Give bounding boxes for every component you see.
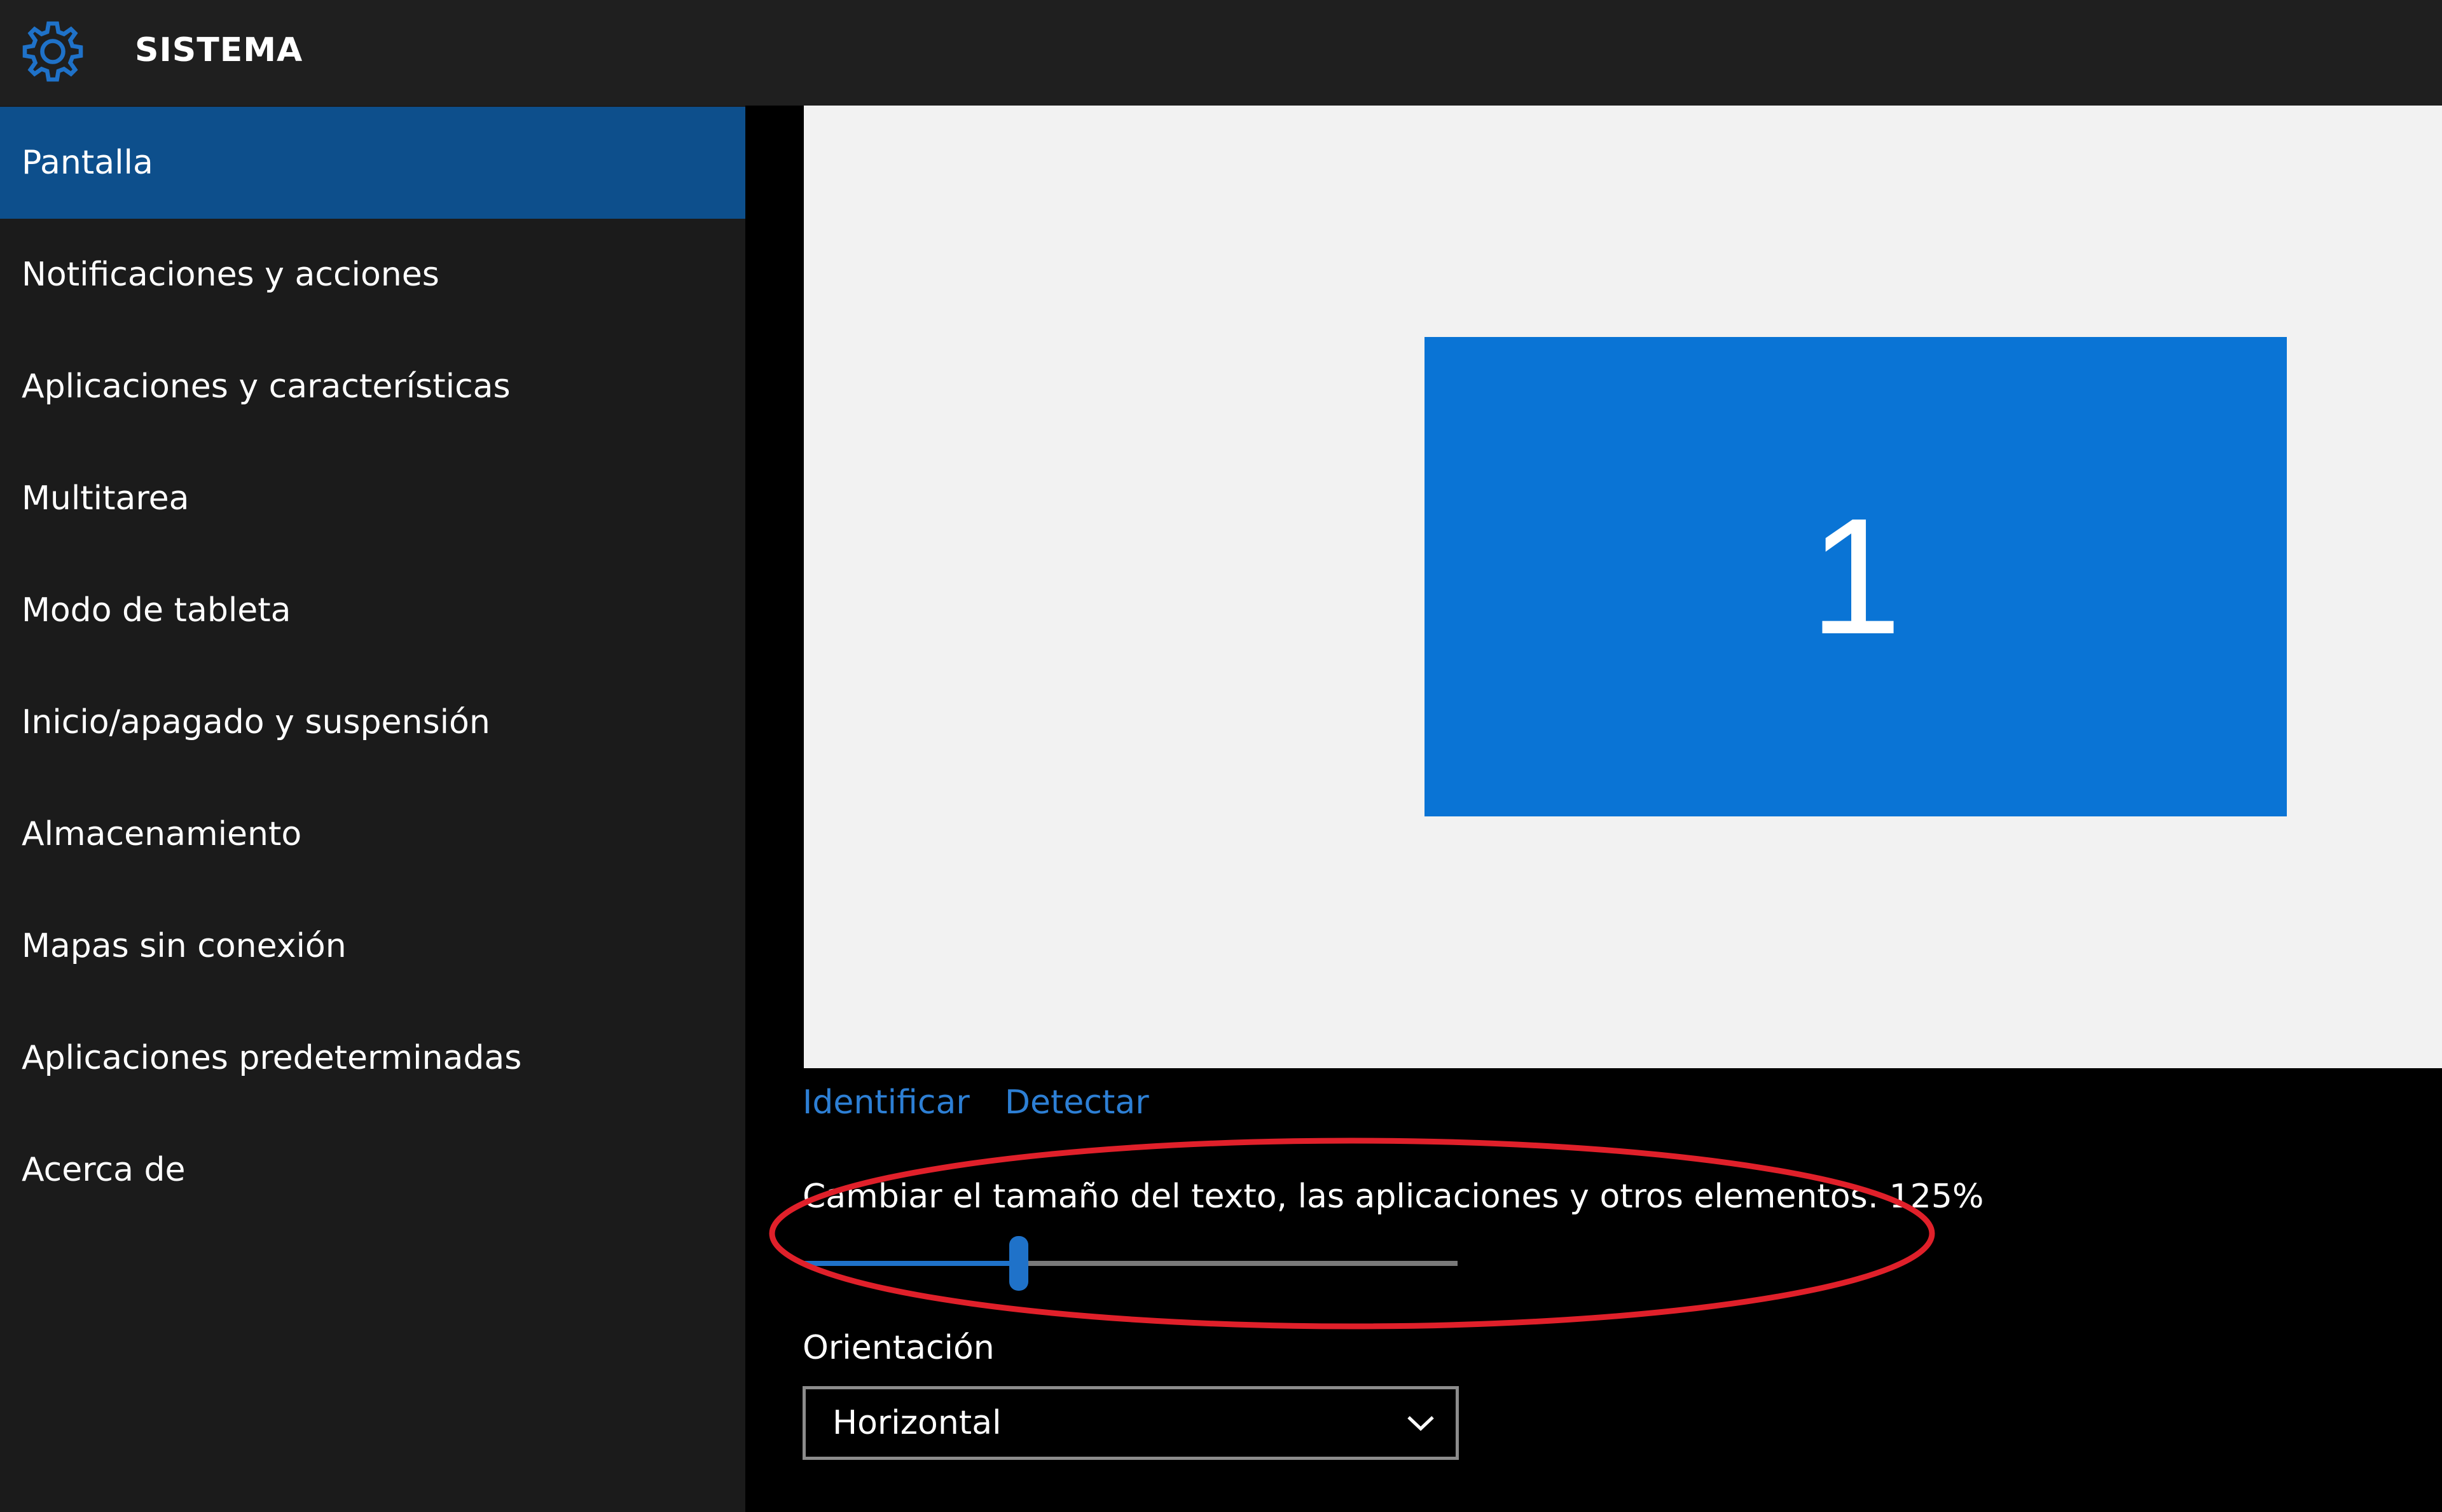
display-preview-area: 1 (804, 106, 2442, 1068)
sidebar-item-inicio-apagado[interactable]: Inicio/apagado y suspensión (0, 666, 745, 778)
slider-thumb[interactable] (1009, 1236, 1028, 1291)
chevron-down-icon (1407, 1416, 1434, 1431)
sidebar: Pantalla Notificaciones y acciones Aplic… (0, 106, 745, 1512)
slider-fill (803, 1261, 1019, 1266)
sidebar-item-aplicaciones[interactable]: Aplicaciones y características (0, 331, 745, 443)
sidebar-item-almacenamiento[interactable]: Almacenamiento (0, 778, 745, 890)
orientation-value: Horizontal (832, 1404, 1002, 1442)
detect-link[interactable]: Detectar (1005, 1077, 1149, 1128)
sidebar-item-aplicaciones-predeterminadas[interactable]: Aplicaciones predeterminadas (0, 1002, 745, 1114)
sidebar-item-multitarea[interactable]: Multitarea (0, 443, 745, 554)
divider (745, 106, 804, 1512)
scale-slider[interactable] (803, 1232, 1458, 1296)
sidebar-item-acerca-de[interactable]: Acerca de (0, 1114, 745, 1226)
title-bar: SISTEMA (0, 0, 2442, 106)
sidebar-item-modo-tableta[interactable]: Modo de tableta (0, 554, 745, 666)
identify-link[interactable]: Identificar (803, 1077, 970, 1128)
orientation-dropdown[interactable]: Horizontal (803, 1386, 1459, 1460)
monitor-tile[interactable]: 1 (1424, 337, 2287, 816)
gear-icon (22, 21, 83, 82)
sidebar-item-pantalla[interactable]: Pantalla (0, 107, 745, 219)
app-title: SISTEMA (135, 31, 303, 69)
sidebar-item-mapas[interactable]: Mapas sin conexión (0, 890, 745, 1002)
orientation-label: Orientación (803, 1329, 995, 1367)
sidebar-item-notificaciones[interactable]: Notificaciones y acciones (0, 219, 745, 331)
scale-label: Cambiar el tamaño del texto, las aplicac… (803, 1178, 1984, 1216)
